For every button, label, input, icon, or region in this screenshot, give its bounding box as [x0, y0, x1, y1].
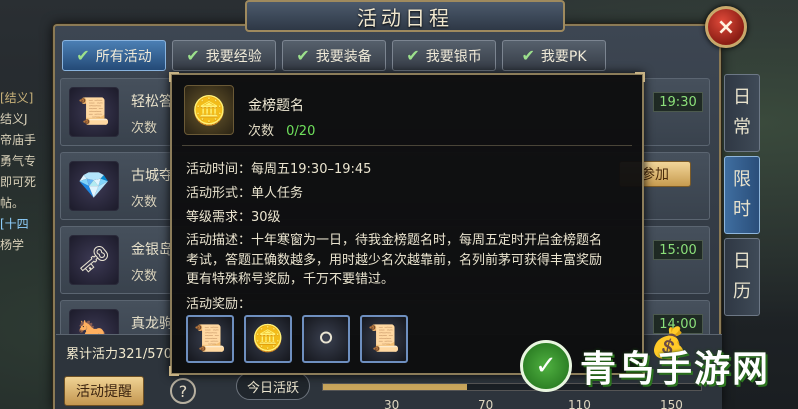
tab-label: 我要经验 [205, 48, 262, 65]
tab-label: 我要银币 [425, 48, 482, 65]
chat-line: 即可死 [0, 175, 37, 189]
scroll-icon[interactable]: 📜 [186, 315, 234, 363]
activity-remind-button[interactable]: 活动提醒 [64, 376, 144, 406]
side-tab-limited[interactable]: 限 时 [724, 156, 760, 234]
corner-ornament [169, 366, 179, 376]
scroll-icon[interactable]: 📜 [360, 315, 408, 363]
progress-ticks: 30 70 110 150 [322, 398, 702, 409]
tooltip-description: 活动描述：十年寒窗为一日，待我金榜题名时，每周五定时开启金榜题名 考试，答题正确… [186, 231, 634, 290]
check-icon: ✔ [296, 46, 310, 65]
side-tab-char: 日 [733, 251, 751, 272]
tab-silver[interactable]: ✔ 我要银币 [392, 40, 496, 71]
check-icon: ✔ [186, 46, 200, 65]
tooltip-count-value: 0/20 [286, 124, 316, 139]
side-tab-calendar[interactable]: 日 历 [724, 238, 760, 316]
watermark: ✓ 青鸟手游网 [520, 340, 770, 392]
activity-time: 15:00 [653, 240, 703, 260]
activity-name: 轻松答 [131, 94, 173, 110]
tooltip-count-label: 次数 [248, 124, 275, 139]
tab-equipment[interactable]: ✔ 我要装备 [282, 40, 386, 71]
close-button[interactable]: × [705, 6, 747, 48]
tab-label: 我要PK [540, 48, 587, 65]
tab-label: 我要装备 [315, 48, 372, 65]
key-icon: 🗝 [69, 235, 119, 285]
chat-line: [结义] [0, 91, 34, 105]
check-icon: ✔ [406, 46, 420, 65]
activity-name: 古城夺 [131, 168, 173, 184]
tooltip-form: 活动形式：单人任务 [186, 186, 304, 201]
tab-experience[interactable]: ✔ 我要经验 [172, 40, 276, 71]
today-activity-label: 今日活跃 [236, 372, 310, 400]
chat-panel: [结义] 结义J 帝庙手 勇气专 即可死 帖。 [十四 杨学 [0, 88, 56, 288]
side-tab-char: 常 [733, 117, 751, 138]
tooltip-activity-name: 金榜题名 [248, 98, 304, 114]
category-tabs: ✔ 所有活动 ✔ 我要经验 ✔ 我要装备 ✔ 我要银币 ✔ 我要PK [62, 40, 606, 71]
chat-line: 结义J [0, 112, 28, 126]
tooltip-description-line: 更有特殊称号奖励，千万不要错过。 [186, 272, 395, 287]
window-title-bar: 活动日程 [245, 0, 565, 32]
gem-icon: 💎 [69, 161, 119, 211]
help-button[interactable]: ? [170, 378, 196, 404]
bird-logo-icon: ✓ [520, 340, 572, 392]
tooltip-rewards-label: 活动奖励： [186, 296, 252, 312]
activity-detail-tooltip: 🪙 金榜题名 次数 0/20 活动时间：每周五19:30–19:45 活动形式：… [169, 72, 645, 376]
tooltip-count: 次数 0/20 [248, 120, 315, 139]
check-icon: ✔ [76, 46, 90, 65]
close-icon: × [716, 14, 736, 40]
gold-coins-icon: 🪙 [184, 85, 234, 135]
vitality-counter: 累计活力321/570 [66, 347, 173, 362]
chat-line: [十四 [0, 217, 29, 231]
gold-coins-icon[interactable]: 🪙 [244, 315, 292, 363]
check-icon: ✔ [521, 46, 535, 65]
tooltip-body: 活动时间：每周五19:30–19:45 活动形式：单人任务 等级需求：30级 活… [186, 159, 634, 318]
tooltip-rewards: 📜 🪙 ⚪ 📜 [186, 315, 408, 363]
side-tabs: 日 常 限 时 日 历 [724, 74, 760, 320]
window-title: 活动日程 [357, 5, 453, 30]
activity-time: 19:30 [653, 92, 703, 112]
tab-label: 所有活动 [95, 48, 152, 65]
corner-ornament [635, 72, 645, 82]
corner-ornament [169, 72, 179, 82]
tooltip-level: 等级需求：30级 [186, 210, 281, 225]
tooltip-description-line: 活动描述：十年寒窗为一日，待我金榜题名时，每周五定时开启金榜题名 [186, 233, 603, 248]
chat-line: 帖。 [0, 196, 25, 210]
progress-tick: 150 [660, 398, 683, 409]
side-tab-char: 历 [733, 281, 751, 302]
chat-line: 帝庙手 [0, 133, 37, 147]
progress-fill [323, 384, 467, 390]
activity-count-label: 次数 [131, 195, 158, 210]
question-icon: ? [178, 381, 188, 401]
activity-count-label: 次数 [131, 269, 158, 284]
tooltip-description-line: 考试，答题正确数越多，用时越少名次越靠前，名列前茅可获得丰富奖励 [186, 252, 603, 268]
scroll-icon: 📜 [69, 87, 119, 137]
side-tab-daily[interactable]: 日 常 [724, 74, 760, 152]
activity-count-label: 次数 [131, 121, 158, 136]
progress-tick: 30 [384, 398, 400, 409]
tooltip-time: 活动时间：每周五19:30–19:45 [186, 162, 372, 177]
tooltip-divider [182, 145, 632, 146]
chat-line: 勇气专 [0, 154, 37, 168]
side-tab-char: 限 [733, 169, 751, 190]
side-tab-char: 时 [733, 199, 751, 220]
watermark-text: 青鸟手游网 [580, 349, 771, 390]
activity-name: 金银岛 [131, 242, 173, 258]
chat-line: 杨学 [0, 238, 25, 252]
tab-all-activities[interactable]: ✔ 所有活动 [62, 40, 166, 71]
side-tab-char: 日 [733, 87, 751, 108]
silver-coins-icon[interactable]: ⚪ [302, 315, 350, 363]
progress-tick: 110 [568, 398, 591, 409]
progress-tick: 70 [478, 398, 494, 409]
tab-pk[interactable]: ✔ 我要PK [502, 40, 606, 71]
activity-name: 真龙驹 [131, 316, 173, 332]
